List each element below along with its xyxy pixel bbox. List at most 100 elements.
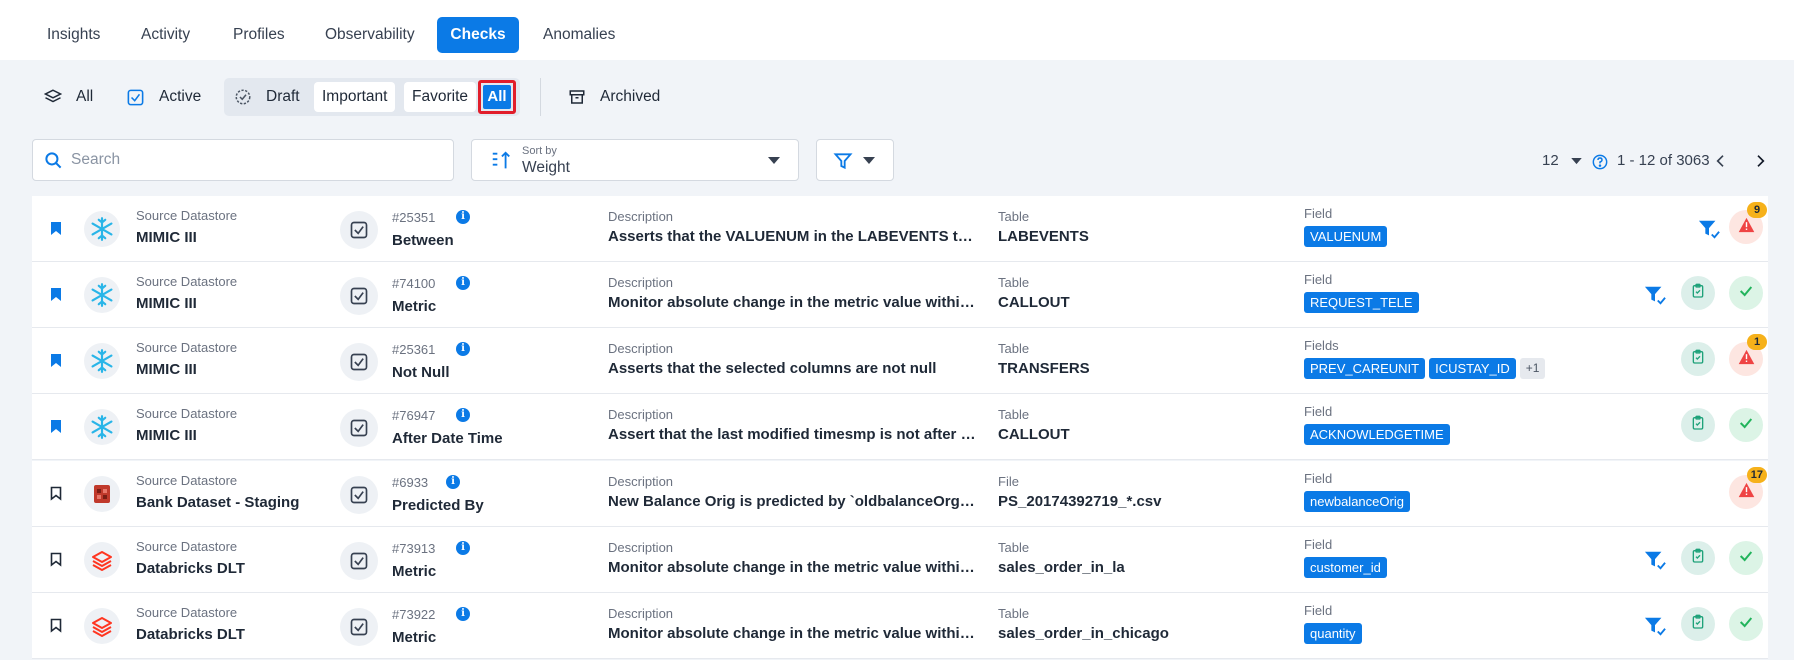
filter-check-icon[interactable] xyxy=(1643,284,1667,311)
passing-status-button[interactable] xyxy=(1729,607,1763,641)
check-id[interactable]: #76947 xyxy=(392,408,435,423)
active-check-button[interactable] xyxy=(1681,607,1715,641)
check-row[interactable]: Source Datastore MIMIC III #25361 i Not … xyxy=(32,328,1768,394)
prev-page-icon[interactable] xyxy=(1713,153,1729,169)
sort-select[interactable]: Sort by Weight xyxy=(471,139,799,181)
filter-archived-label: Archived xyxy=(600,88,661,105)
bookmark-icon[interactable] xyxy=(50,486,62,506)
active-check-button[interactable] xyxy=(1681,342,1715,376)
check-row[interactable]: Source Datastore MIMIC III #25351 i Betw… xyxy=(32,196,1768,262)
container-name[interactable]: TRANSFERS xyxy=(998,360,1090,377)
active-check-button[interactable] xyxy=(1681,408,1715,442)
field-tag[interactable]: newbalanceOrig xyxy=(1304,491,1410,512)
filter-important[interactable]: Important xyxy=(314,82,396,112)
bookmark-filled-icon[interactable] xyxy=(50,287,62,307)
container-name[interactable]: sales_order_in_la xyxy=(998,559,1125,576)
check-id[interactable]: #25351 xyxy=(392,210,435,225)
info-icon[interactable]: i xyxy=(456,408,470,422)
info-icon[interactable]: i xyxy=(456,276,470,290)
info-icon[interactable]: i xyxy=(456,607,470,621)
check-id[interactable]: #73913 xyxy=(392,541,435,556)
container-label: File xyxy=(998,474,1019,489)
anomaly-status-button[interactable]: 9 xyxy=(1729,202,1767,244)
active-check-button[interactable] xyxy=(1681,276,1715,310)
check-id[interactable]: #25361 xyxy=(392,342,435,357)
container-name[interactable]: CALLOUT xyxy=(998,426,1070,443)
tab-observability[interactable]: Observability xyxy=(312,17,428,53)
help-icon[interactable] xyxy=(1592,154,1608,170)
info-icon[interactable]: i xyxy=(456,541,470,555)
search-input[interactable]: Search xyxy=(32,139,454,181)
bookmark-filled-icon[interactable] xyxy=(50,419,62,439)
info-icon[interactable]: i xyxy=(456,342,470,356)
field-tags: customer_id xyxy=(1304,557,1387,578)
filter-draft[interactable]: Draft xyxy=(234,80,300,114)
datastore-label: Source Datastore xyxy=(136,208,238,223)
datastore-name[interactable]: Bank Dataset - Staging xyxy=(136,494,299,511)
container-name[interactable]: CALLOUT xyxy=(998,294,1070,311)
sort-value: Weight xyxy=(522,159,570,176)
datastore-name[interactable]: MIMIC III xyxy=(136,361,197,378)
tab-activity[interactable]: Activity xyxy=(128,17,203,53)
tab-anomalies[interactable]: Anomalies xyxy=(530,17,628,53)
field-tag[interactable]: quantity xyxy=(1304,623,1362,644)
warning-icon xyxy=(1738,482,1755,503)
tab-profiles[interactable]: Profiles xyxy=(220,17,298,53)
datastore-name[interactable]: MIMIC III xyxy=(136,427,197,444)
filter-archived[interactable]: Archived xyxy=(568,80,660,114)
bookmark-icon[interactable] xyxy=(50,618,62,638)
field-tag[interactable]: VALUENUM xyxy=(1304,226,1388,247)
field-tag[interactable]: PREV_CAREUNIT xyxy=(1304,358,1426,379)
container-name[interactable]: PS_20174392719_*.csv xyxy=(998,493,1162,510)
info-icon[interactable]: i xyxy=(456,210,470,224)
filter-check-icon[interactable] xyxy=(1643,615,1667,642)
check-row[interactable]: Source Datastore Databricks DLT #73913 i… xyxy=(32,527,1768,593)
anomaly-status-button[interactable]: 1 xyxy=(1729,334,1767,376)
check-row[interactable]: Source Datastore MIMIC III #76947 i Afte… xyxy=(32,394,1768,460)
field-tag[interactable]: ICUSTAY_ID xyxy=(1429,358,1516,379)
field-tag[interactable]: ACKNOWLEDGETIME xyxy=(1304,424,1450,445)
page-size-select[interactable]: 12 xyxy=(1542,150,1582,172)
passing-status-button[interactable] xyxy=(1729,408,1763,442)
passing-status-button[interactable] xyxy=(1729,541,1763,575)
rule-type: Metric xyxy=(392,563,437,580)
tab-checks[interactable]: Checks xyxy=(437,17,519,53)
description-text: Monitor absolute change in the metric va… xyxy=(608,559,976,576)
container-name[interactable]: sales_order_in_chicago xyxy=(998,625,1169,642)
check-id[interactable]: #6933 xyxy=(392,475,428,490)
datastore-name[interactable]: MIMIC III xyxy=(136,229,197,246)
next-page-icon[interactable] xyxy=(1752,153,1768,169)
filter-favorite[interactable]: Favorite xyxy=(404,82,476,112)
check-id[interactable]: #74100 xyxy=(392,276,435,291)
passing-status-button[interactable] xyxy=(1729,276,1763,310)
filter-check-icon[interactable] xyxy=(1697,218,1721,245)
filter-all[interactable]: All xyxy=(44,80,93,114)
datastore-name[interactable]: Databricks DLT xyxy=(136,626,245,643)
check-row[interactable]: Source Datastore Bank Dataset - Staging … xyxy=(32,461,1768,527)
datastore-name[interactable]: MIMIC III xyxy=(136,295,197,312)
info-icon[interactable]: i xyxy=(446,475,460,489)
description-label: Description xyxy=(608,275,674,290)
bookmark-filled-icon[interactable] xyxy=(50,221,62,241)
bookmark-icon[interactable] xyxy=(50,552,62,572)
check-id[interactable]: #73922 xyxy=(392,607,435,622)
field-tag[interactable]: REQUEST_TELE xyxy=(1304,292,1419,313)
filter-all-drafts-selected[interactable]: All xyxy=(478,80,516,114)
field-tags: ACKNOWLEDGETIME xyxy=(1304,424,1450,445)
field-tag[interactable]: customer_id xyxy=(1304,557,1387,578)
filter-button[interactable] xyxy=(816,139,894,181)
check-row[interactable]: Source Datastore MIMIC III #74100 i Metr… xyxy=(32,262,1768,328)
datastore-label: Source Datastore xyxy=(136,539,238,554)
bookmark-filled-icon[interactable] xyxy=(50,353,62,373)
field-label: Field xyxy=(1304,537,1333,552)
active-check-button[interactable] xyxy=(1681,541,1715,575)
tab-insights[interactable]: Insights xyxy=(34,17,113,53)
check-row[interactable]: Source Datastore Databricks DLT #73922 i… xyxy=(32,593,1768,659)
filter-check-icon[interactable] xyxy=(1643,549,1667,576)
anomaly-status-button[interactable]: 17 xyxy=(1729,467,1767,509)
filter-all-drafts-label: All xyxy=(483,85,511,109)
container-name[interactable]: LABEVENTS xyxy=(998,228,1089,245)
more-fields-tag[interactable]: +1 xyxy=(1519,358,1546,379)
filter-active[interactable]: Active xyxy=(126,80,201,114)
datastore-name[interactable]: Databricks DLT xyxy=(136,560,245,577)
